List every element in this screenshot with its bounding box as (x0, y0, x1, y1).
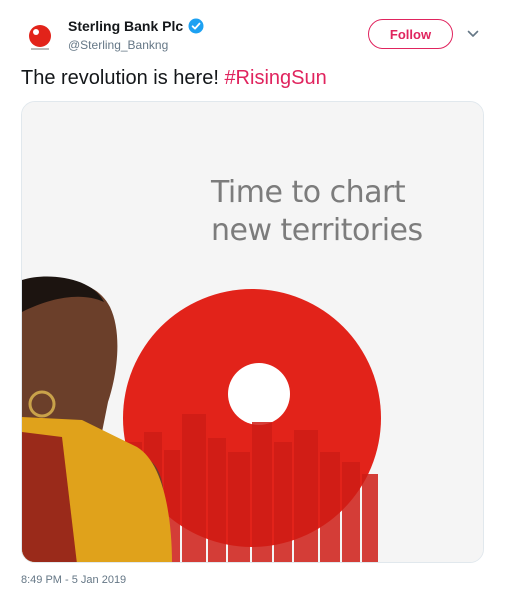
chevron-down-icon[interactable] (466, 27, 480, 41)
handle[interactable]: @Sterling_Bankng (68, 38, 168, 52)
verified-badge-icon (188, 18, 204, 34)
tweet-header: Sterling Bank Plc @Sterling_Bankng Follo… (0, 0, 511, 62)
promo-image (22, 102, 483, 562)
timestamp[interactable]: 8:49 PM - 5 Jan 2019 (21, 574, 126, 586)
headline-line-2: new territories (211, 213, 423, 248)
follow-button[interactable]: Follow (368, 19, 453, 49)
headline-line-1: Time to chart (211, 175, 406, 210)
avatar[interactable] (22, 19, 58, 55)
headline: Time to chart new territories (211, 174, 471, 250)
sun-highlight-shape (228, 363, 290, 425)
display-name[interactable]: Sterling Bank Plc (68, 18, 183, 34)
media-card[interactable]: Time to chart new territories (21, 101, 484, 563)
tweet-body: The revolution is here! (21, 67, 225, 89)
sterling-logo-icon (29, 25, 51, 50)
name-row: Sterling Bank Plc (68, 18, 204, 34)
tweet-text: The revolution is here! #RisingSun (21, 67, 327, 90)
hashtag-link[interactable]: #RisingSun (224, 67, 326, 89)
